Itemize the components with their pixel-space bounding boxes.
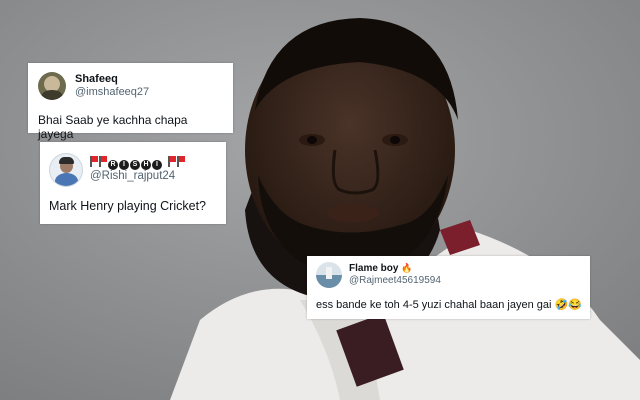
flag-icon [168,156,176,168]
author-handle[interactable]: @Rajmeet45619594 [349,275,441,287]
tweet-text: ess bande ke toh 4-5 yuzi chahal baan ja… [316,299,582,311]
tweet-card[interactable]: Shafeeq @imshafeeq27 Bhai Saab ye kachha… [28,63,233,141]
author-name-text: Flame boy [349,263,399,275]
tweet-text: Mark Henry playing Cricket? [49,199,206,213]
fire-icon: 🔥 [401,263,413,274]
avatar[interactable] [49,153,83,187]
tweet-card[interactable]: RISHI @Rishi_rajput24 Mark Henry playing… [40,142,226,224]
tweet-text: Bhai Saab ye kachha chapa jayega [38,113,188,141]
flag-icon [90,156,98,168]
tweet-card[interactable]: Flame boy 🔥 @Rajmeet45619594 ess bande k… [307,256,590,319]
name-letter: S [130,160,140,171]
author-handle[interactable]: @imshafeeq27 [75,86,149,99]
name-letter: I [119,160,129,171]
author-name[interactable]: RISHI [90,156,186,171]
name-letter: R [108,160,118,171]
flag-icon [99,156,107,168]
name-letter: H [141,160,151,171]
name-letter: I [152,160,162,171]
author-name[interactable]: Flame boy 🔥 [349,263,441,275]
author-name[interactable]: Shafeeq [75,73,149,86]
avatar[interactable] [38,72,66,100]
flag-icon [177,156,185,168]
avatar[interactable] [316,262,342,288]
author-handle[interactable]: @Rishi_rajput24 [90,170,186,184]
